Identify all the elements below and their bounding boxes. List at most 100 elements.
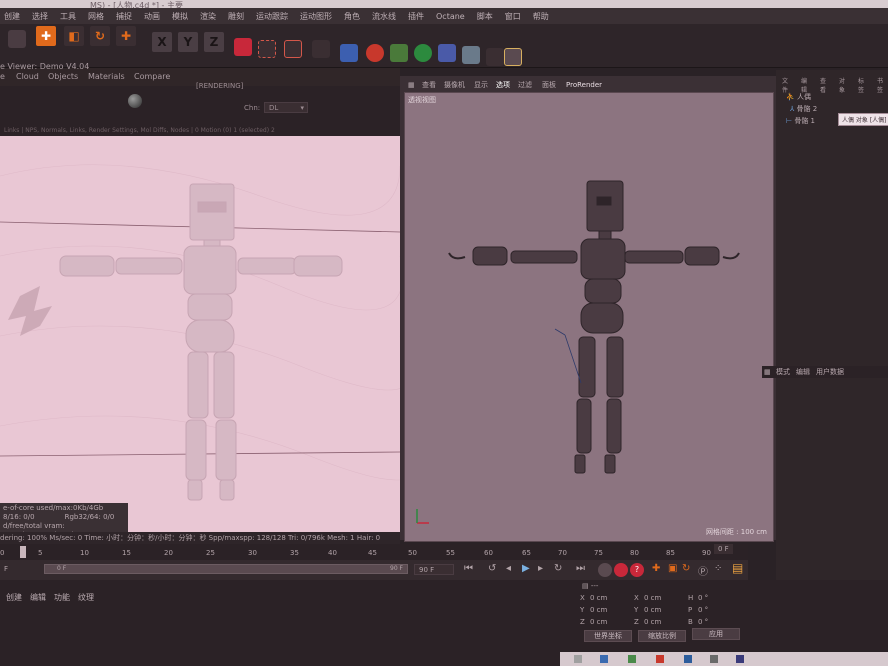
lv-menu-file[interactable]: e bbox=[0, 68, 5, 86]
floor-icon[interactable] bbox=[462, 46, 480, 64]
attr-tab-userdata[interactable]: 用户数据 bbox=[816, 366, 844, 378]
om-menu-file[interactable]: 文件 bbox=[782, 76, 793, 94]
attr-tab-mode[interactable]: 模式 bbox=[776, 366, 790, 378]
key-param-icon[interactable]: Ⓟ bbox=[698, 563, 708, 578]
key-rotate-icon[interactable]: ↻ bbox=[682, 563, 690, 574]
y-size-field[interactable]: 0 cm bbox=[644, 606, 661, 614]
loop-forward-icon[interactable]: ↻ bbox=[554, 563, 562, 574]
om-menu-view[interactable]: 查看 bbox=[820, 76, 831, 94]
z-position-field[interactable]: 0 cm bbox=[590, 618, 607, 626]
material-ball-icon[interactable] bbox=[128, 94, 142, 108]
vp-menu-camera[interactable]: 摄像机 bbox=[444, 78, 465, 92]
om-menu-tags[interactable]: 标签 bbox=[858, 76, 869, 94]
perspective-viewport[interactable]: 透视视图 网格间距: 100 cm bbox=[404, 92, 774, 542]
pen-icon[interactable] bbox=[366, 44, 384, 62]
array-icon[interactable] bbox=[414, 44, 432, 62]
subdivision-icon[interactable] bbox=[390, 44, 408, 62]
render-settings-icon[interactable] bbox=[312, 40, 330, 58]
viewport-menu-icon[interactable]: ▦ bbox=[408, 78, 415, 92]
keyframe-icon[interactable] bbox=[598, 563, 612, 577]
om-menu-object[interactable]: 对象 bbox=[839, 76, 850, 94]
channel-select[interactable]: DL ▾ bbox=[264, 102, 308, 113]
y-axis-lock-button[interactable]: Y bbox=[178, 32, 198, 52]
z-axis-lock-button[interactable]: Z bbox=[204, 32, 224, 52]
object-row-figure[interactable]: ⛹ 人偶 bbox=[786, 92, 811, 102]
vp-menu-display[interactable]: 显示 bbox=[474, 78, 488, 92]
light-icon[interactable] bbox=[504, 48, 522, 66]
object-row-bone1[interactable]: ⊢ 骨骼 1 bbox=[786, 116, 815, 126]
play-icon[interactable]: ▶ bbox=[522, 563, 530, 574]
add-tool-icon[interactable]: ✚ bbox=[116, 26, 136, 46]
object-row-bone2[interactable]: ⅄ 骨骼 2 bbox=[790, 104, 817, 114]
lv-menu-cloud[interactable]: Cloud bbox=[16, 68, 39, 86]
undo-icon[interactable] bbox=[8, 30, 26, 48]
taskbar-icon[interactable] bbox=[574, 655, 582, 663]
range-start: 0 F bbox=[57, 565, 67, 572]
mm-menu-create[interactable]: 创建 bbox=[6, 592, 22, 603]
taskbar-icon[interactable] bbox=[600, 655, 608, 663]
taskbar-icon[interactable] bbox=[710, 655, 718, 663]
vp-menu-prorender[interactable]: ProRender bbox=[566, 78, 602, 92]
range-slider[interactable]: 0 F 90 F bbox=[44, 564, 408, 574]
y-position-field[interactable]: 0 cm bbox=[590, 606, 607, 614]
p-field[interactable]: 0 ° bbox=[698, 606, 708, 614]
camera-icon[interactable] bbox=[486, 48, 504, 66]
mm-menu-function[interactable]: 功能 bbox=[54, 592, 70, 603]
mm-menu-edit[interactable]: 编辑 bbox=[30, 592, 46, 603]
go-to-end-icon[interactable]: ⏭ bbox=[576, 563, 585, 574]
b-field[interactable]: 0 ° bbox=[698, 618, 708, 626]
auto-key-icon[interactable]: ? bbox=[630, 563, 644, 577]
deformer-icon[interactable] bbox=[438, 44, 456, 62]
vp-menu-options[interactable]: 选项 bbox=[496, 78, 510, 92]
om-menu-edit[interactable]: 编辑 bbox=[801, 76, 812, 94]
playhead[interactable] bbox=[20, 546, 26, 558]
vp-menu-view[interactable]: 查看 bbox=[422, 78, 436, 92]
scale-tool-icon[interactable]: ◧ bbox=[64, 26, 84, 46]
x-size-field[interactable]: 0 cm bbox=[644, 594, 661, 602]
viewport-label: 透视视图 bbox=[408, 96, 436, 104]
taskbar-icon[interactable] bbox=[736, 655, 744, 663]
apply-button[interactable]: 应用 bbox=[692, 628, 740, 640]
step-back-icon[interactable]: ◂ bbox=[506, 563, 511, 574]
x-axis-lock-button[interactable]: X bbox=[152, 32, 172, 52]
lv-menu-materials[interactable]: Materials bbox=[88, 68, 125, 86]
key-scale-icon[interactable]: ▣ bbox=[668, 563, 677, 574]
cube-icon[interactable] bbox=[340, 44, 358, 62]
timeline-ruler[interactable]: 0 5 10 15 20 25 30 35 40 45 50 55 60 65 … bbox=[0, 544, 748, 560]
h-field[interactable]: 0 ° bbox=[698, 594, 708, 602]
timeline-window-icon[interactable]: ▤ bbox=[732, 561, 743, 575]
render-region-icon[interactable] bbox=[258, 40, 276, 58]
key-grid-icon[interactable]: ⁘ bbox=[714, 563, 722, 574]
step-forward-icon[interactable]: ▸ bbox=[538, 563, 543, 574]
max-frame-field[interactable]: 90 F bbox=[414, 564, 454, 575]
om-menu-bookmarks[interactable]: 书签 bbox=[877, 76, 888, 94]
vp-menu-filter[interactable]: 过滤 bbox=[518, 78, 532, 92]
vp-menu-panel[interactable]: 面板 bbox=[542, 78, 556, 92]
object-manager-menu: 文件 编辑 查看 对象 标签 书签 bbox=[782, 76, 888, 94]
taskbar-icon[interactable] bbox=[628, 655, 636, 663]
frame-field-left[interactable]: F bbox=[4, 565, 8, 573]
x-position-field[interactable]: 0 cm bbox=[590, 594, 607, 602]
rotate-tool-icon[interactable]: ↻ bbox=[90, 26, 110, 46]
z-size-field[interactable]: 0 cm bbox=[644, 618, 661, 626]
move-tool-button[interactable]: ✚ bbox=[36, 26, 56, 46]
lv-menu-objects[interactable]: Objects bbox=[48, 68, 78, 86]
size-mode-select[interactable]: 缩放比例 bbox=[638, 630, 686, 642]
rendering-status: [RENDERING] bbox=[196, 82, 244, 90]
record-icon[interactable] bbox=[614, 563, 628, 577]
end-frame-field[interactable]: 0 F bbox=[714, 544, 733, 554]
taskbar-icon[interactable] bbox=[684, 655, 692, 663]
coord-system-icon[interactable] bbox=[234, 38, 252, 56]
taskbar-icon[interactable] bbox=[656, 655, 664, 663]
attr-tab-edit[interactable]: 编辑 bbox=[796, 366, 810, 378]
coord-mode-select[interactable]: 世界坐标 bbox=[584, 630, 632, 642]
go-to-start-icon[interactable]: ⏮ bbox=[464, 563, 473, 574]
mm-menu-texture[interactable]: 纹理 bbox=[78, 592, 94, 603]
tick-10: 10 bbox=[80, 549, 89, 557]
z-size-label: Z bbox=[634, 618, 639, 626]
loop-icon[interactable]: ↺ bbox=[488, 563, 496, 574]
attr-menu-icon[interactable]: ▦ bbox=[764, 366, 771, 378]
key-move-icon[interactable]: ✚ bbox=[652, 563, 660, 574]
lv-menu-compare[interactable]: Compare bbox=[134, 68, 170, 86]
render-view-icon[interactable] bbox=[284, 40, 302, 58]
